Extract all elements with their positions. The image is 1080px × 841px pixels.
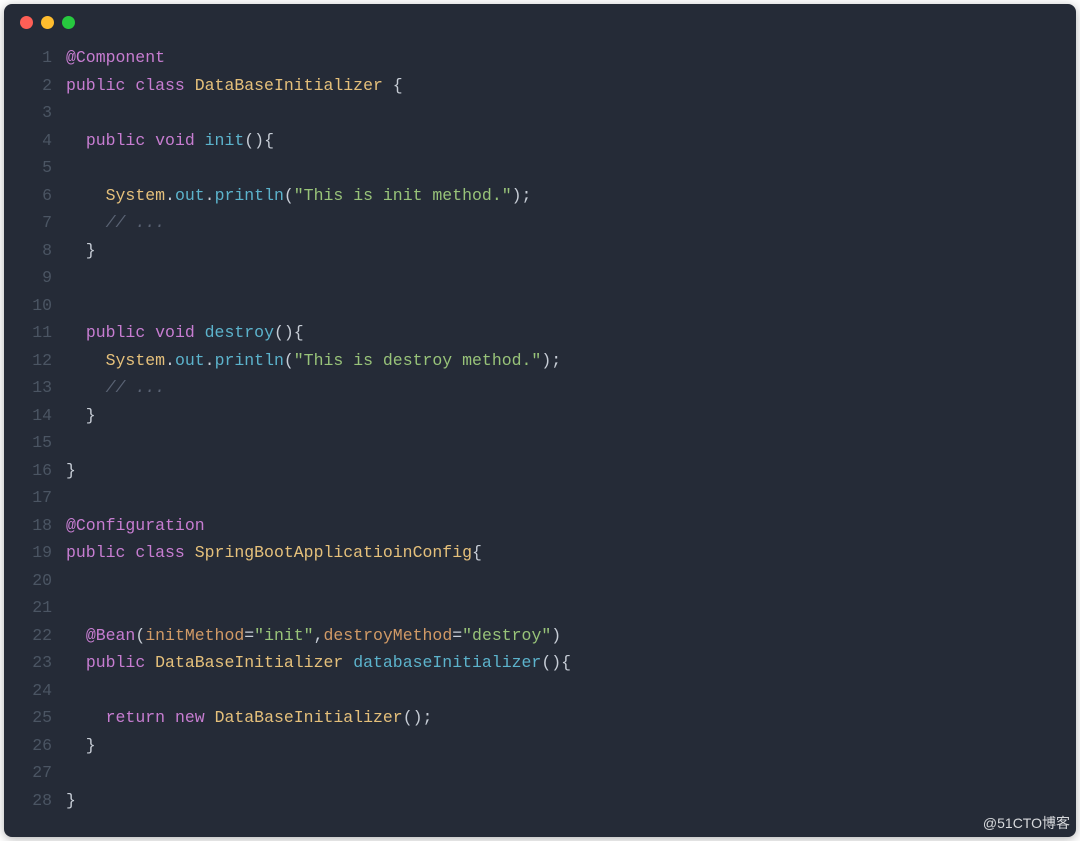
line-number: 8 bbox=[4, 237, 66, 265]
code-line[interactable]: 10 bbox=[4, 292, 1076, 320]
code-line[interactable]: 28} bbox=[4, 787, 1076, 815]
line-content[interactable]: @Component bbox=[66, 44, 165, 72]
line-content[interactable]: @Configuration bbox=[66, 512, 205, 540]
line-content[interactable]: } bbox=[66, 732, 96, 760]
code-line[interactable]: 21 bbox=[4, 594, 1076, 622]
line-number: 13 bbox=[4, 374, 66, 402]
line-content[interactable]: System.out.println("This is init method.… bbox=[66, 182, 531, 210]
line-content[interactable]: public void destroy(){ bbox=[66, 319, 304, 347]
line-number: 15 bbox=[4, 429, 66, 457]
line-number: 19 bbox=[4, 539, 66, 567]
code-line[interactable]: 20 bbox=[4, 567, 1076, 595]
code-line[interactable]: 13 // ... bbox=[4, 374, 1076, 402]
code-line[interactable]: 15 bbox=[4, 429, 1076, 457]
line-number: 21 bbox=[4, 594, 66, 622]
line-number: 10 bbox=[4, 292, 66, 320]
line-content[interactable]: } bbox=[66, 237, 96, 265]
code-line[interactable]: 17 bbox=[4, 484, 1076, 512]
code-line[interactable]: 26 } bbox=[4, 732, 1076, 760]
code-line[interactable]: 14 } bbox=[4, 402, 1076, 430]
code-line[interactable]: 27 bbox=[4, 759, 1076, 787]
line-content[interactable]: public class SpringBootApplicatioinConfi… bbox=[66, 539, 482, 567]
line-number: 26 bbox=[4, 732, 66, 760]
line-number: 5 bbox=[4, 154, 66, 182]
code-line[interactable]: 23 public DataBaseInitializer databaseIn… bbox=[4, 649, 1076, 677]
line-number: 14 bbox=[4, 402, 66, 430]
code-editor[interactable]: 1@Component2public class DataBaseInitial… bbox=[4, 40, 1076, 814]
line-number: 20 bbox=[4, 567, 66, 595]
code-line[interactable]: 18@Configuration bbox=[4, 512, 1076, 540]
line-content[interactable]: @Bean(initMethod="init",destroyMethod="d… bbox=[66, 622, 561, 650]
line-content[interactable]: public class DataBaseInitializer { bbox=[66, 72, 403, 100]
line-content[interactable]: } bbox=[66, 787, 76, 815]
line-number: 9 bbox=[4, 264, 66, 292]
line-content[interactable]: // ... bbox=[66, 209, 165, 237]
line-content[interactable]: return new DataBaseInitializer(); bbox=[66, 704, 432, 732]
line-number: 2 bbox=[4, 72, 66, 100]
line-number: 18 bbox=[4, 512, 66, 540]
line-content[interactable]: } bbox=[66, 402, 96, 430]
code-line[interactable]: 22 @Bean(initMethod="init",destroyMethod… bbox=[4, 622, 1076, 650]
line-content[interactable]: } bbox=[66, 457, 76, 485]
code-line[interactable]: 24 bbox=[4, 677, 1076, 705]
line-content[interactable]: System.out.println("This is destroy meth… bbox=[66, 347, 561, 375]
line-content[interactable]: public DataBaseInitializer databaseIniti… bbox=[66, 649, 571, 677]
code-line[interactable]: 7 // ... bbox=[4, 209, 1076, 237]
line-number: 16 bbox=[4, 457, 66, 485]
code-line[interactable]: 2public class DataBaseInitializer { bbox=[4, 72, 1076, 100]
code-line[interactable]: 12 System.out.println("This is destroy m… bbox=[4, 347, 1076, 375]
line-number: 7 bbox=[4, 209, 66, 237]
line-number: 12 bbox=[4, 347, 66, 375]
line-number: 4 bbox=[4, 127, 66, 155]
line-number: 28 bbox=[4, 787, 66, 815]
line-number: 6 bbox=[4, 182, 66, 210]
code-line[interactable]: 4 public void init(){ bbox=[4, 127, 1076, 155]
line-content[interactable]: public void init(){ bbox=[66, 127, 274, 155]
window-titlebar bbox=[4, 4, 1076, 40]
close-icon[interactable] bbox=[20, 16, 33, 29]
line-number: 27 bbox=[4, 759, 66, 787]
editor-window: 1@Component2public class DataBaseInitial… bbox=[4, 4, 1076, 837]
line-number: 11 bbox=[4, 319, 66, 347]
code-line[interactable]: 19public class SpringBootApplicatioinCon… bbox=[4, 539, 1076, 567]
code-line[interactable]: 5 bbox=[4, 154, 1076, 182]
line-number: 24 bbox=[4, 677, 66, 705]
line-number: 25 bbox=[4, 704, 66, 732]
line-number: 17 bbox=[4, 484, 66, 512]
code-line[interactable]: 1@Component bbox=[4, 44, 1076, 72]
maximize-icon[interactable] bbox=[62, 16, 75, 29]
watermark-text: @51CTO博客 bbox=[983, 813, 1070, 833]
code-line[interactable]: 3 bbox=[4, 99, 1076, 127]
minimize-icon[interactable] bbox=[41, 16, 54, 29]
line-number: 1 bbox=[4, 44, 66, 72]
code-line[interactable]: 9 bbox=[4, 264, 1076, 292]
line-content[interactable]: // ... bbox=[66, 374, 165, 402]
code-line[interactable]: 6 System.out.println("This is init metho… bbox=[4, 182, 1076, 210]
line-number: 23 bbox=[4, 649, 66, 677]
code-line[interactable]: 8 } bbox=[4, 237, 1076, 265]
code-line[interactable]: 11 public void destroy(){ bbox=[4, 319, 1076, 347]
code-line[interactable]: 25 return new DataBaseInitializer(); bbox=[4, 704, 1076, 732]
line-number: 22 bbox=[4, 622, 66, 650]
line-number: 3 bbox=[4, 99, 66, 127]
code-line[interactable]: 16} bbox=[4, 457, 1076, 485]
